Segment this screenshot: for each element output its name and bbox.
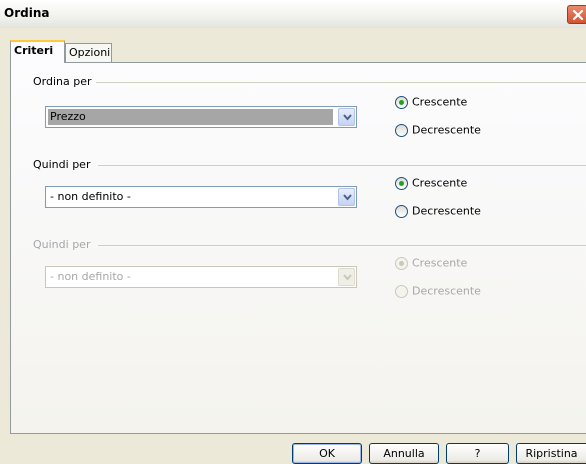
reset-button[interactable]: Ripristina	[516, 443, 586, 464]
chevron-down-icon	[343, 274, 352, 281]
sort-key-1-label: Ordina per	[33, 75, 92, 88]
cancel-button[interactable]: Annulla	[369, 443, 439, 464]
criteria-panel: Ordina per Prezzo Crescente Decrescente …	[10, 62, 586, 434]
sort-key-1-ascending-label: Crescente	[412, 95, 468, 109]
sort-key-2-dropdown-button[interactable]	[338, 188, 355, 206]
tab-criteri[interactable]: Criteri	[10, 40, 65, 63]
sort-key-1-dropdown-button[interactable]	[338, 108, 355, 126]
section-divider	[98, 245, 586, 246]
chevron-down-icon	[343, 114, 352, 121]
sort-key-2-value: - non definito -	[50, 190, 131, 203]
sort-key-3-descending-label: Decrescente	[412, 284, 481, 298]
section-divider	[98, 165, 586, 166]
sort-key-3-ascending-label: Crescente	[412, 256, 468, 270]
help-button[interactable]: ?	[446, 443, 509, 464]
tab-criteri-label: Criteri	[14, 44, 54, 57]
tab-opzioni-label: Opzioni	[69, 46, 111, 59]
sort-key-2-label: Quindi per	[33, 158, 91, 171]
sort-key-1-descending-label: Decrescente	[412, 123, 481, 137]
sort-key-3-value: - non definito -	[50, 270, 131, 283]
sort-key-3-dropdown-button	[338, 268, 355, 286]
title-bar: Ordina	[0, 0, 586, 29]
sort-key-3-label: Quindi per	[33, 238, 91, 251]
section-divider	[96, 82, 586, 83]
close-button[interactable]	[567, 5, 586, 24]
tab-opzioni[interactable]: Opzioni	[65, 43, 112, 62]
sort-key-2-ascending-label: Crescente	[412, 176, 468, 190]
radio-unchecked-icon	[395, 123, 408, 137]
radio-checked-icon	[395, 256, 408, 270]
sort-key-1-ascending-radio[interactable]: Crescente	[395, 95, 467, 109]
close-icon	[572, 9, 584, 21]
sort-key-1-value: Prezzo	[48, 109, 333, 125]
sort-key-2-ascending-radio[interactable]: Crescente	[395, 176, 467, 190]
sort-key-3-ascending-radio: Crescente	[395, 256, 467, 270]
radio-checked-icon	[395, 176, 408, 190]
sort-key-1-dropdown[interactable]: Prezzo	[45, 106, 357, 128]
radio-unchecked-icon	[395, 204, 408, 218]
sort-key-2-descending-label: Decrescente	[412, 204, 481, 218]
sort-key-3-descending-radio: Decrescente	[395, 284, 481, 298]
radio-unchecked-icon	[395, 284, 408, 298]
sort-key-2-dropdown[interactable]: - non definito -	[45, 186, 357, 208]
ok-button[interactable]: OK	[292, 443, 362, 464]
sort-key-3-dropdown: - non definito -	[45, 266, 357, 288]
sort-key-1-descending-radio[interactable]: Decrescente	[395, 123, 481, 137]
window-title: Ordina	[4, 6, 50, 20]
radio-checked-icon	[395, 95, 408, 109]
chevron-down-icon	[343, 194, 352, 201]
sort-key-2-descending-radio[interactable]: Decrescente	[395, 204, 481, 218]
